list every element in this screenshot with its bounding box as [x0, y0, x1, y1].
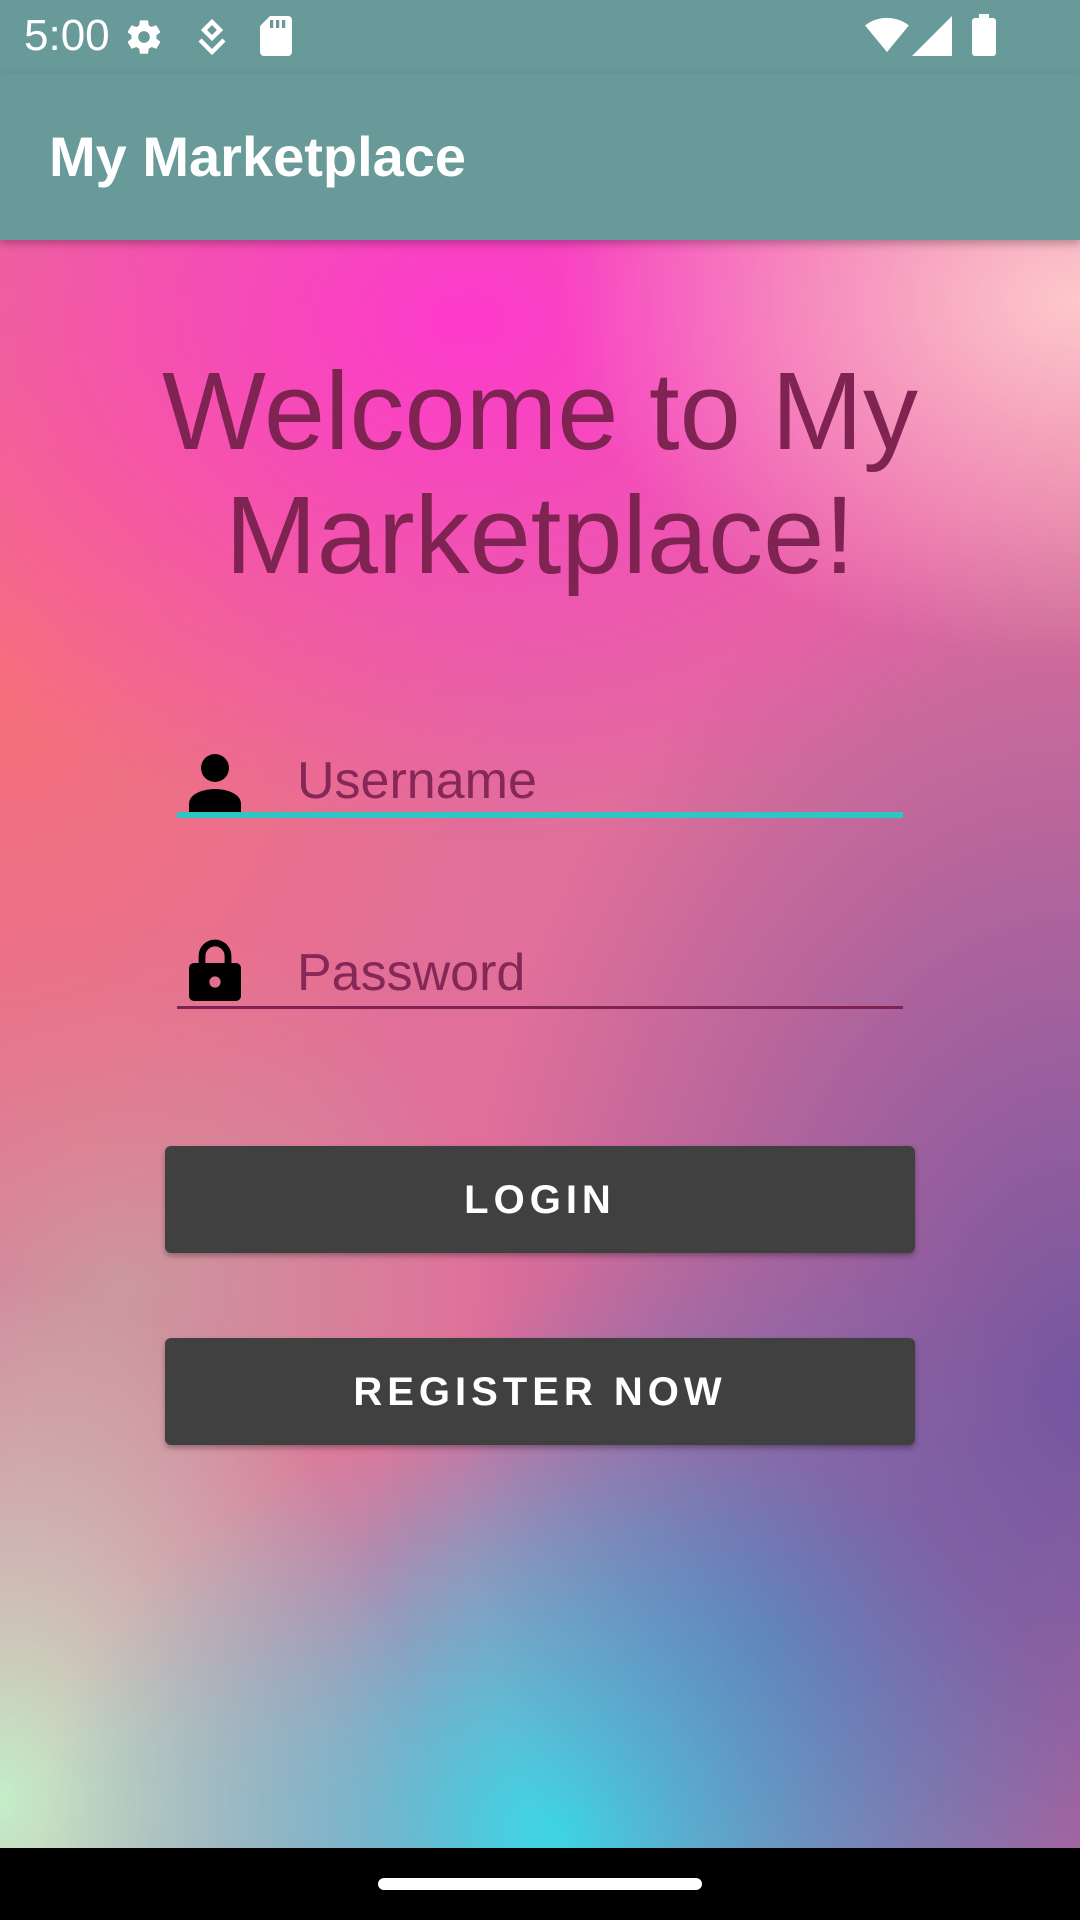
login-screen: 5:00 My Marketplace Welcome to My Market…: [0, 0, 1080, 1920]
battery-icon: [972, 14, 996, 56]
password-input[interactable]: [297, 940, 897, 1006]
register-now-button[interactable]: REGISTER NOW: [165, 1338, 915, 1445]
status-time: 5:00: [24, 11, 110, 60]
lock-icon: [189, 939, 241, 1001]
username-underline: [177, 812, 903, 818]
sd-card-icon: [260, 16, 292, 56]
person-icon: [189, 754, 241, 814]
login-button[interactable]: LOGIN: [165, 1146, 915, 1253]
username-field[interactable]: [177, 738, 903, 828]
assistant-icon: [198, 18, 226, 56]
app-bar: My Marketplace: [0, 73, 1080, 240]
app-title: My Marketplace: [49, 125, 467, 188]
cell-signal-icon: [912, 16, 952, 56]
password-field[interactable]: [177, 930, 903, 1020]
home-gesture-handle[interactable]: [378, 1878, 702, 1890]
wifi-icon: [865, 17, 909, 53]
gear-icon: [127, 20, 161, 54]
password-underline: [177, 1006, 903, 1009]
login-content: Welcome to My Marketplace! LOGIN REGISTE…: [0, 240, 1080, 1848]
navigation-bar: [0, 1848, 1080, 1920]
username-input[interactable]: [297, 748, 897, 814]
status-bar: 5:00: [0, 0, 1080, 73]
welcome-heading: Welcome to My Marketplace!: [162, 350, 918, 597]
